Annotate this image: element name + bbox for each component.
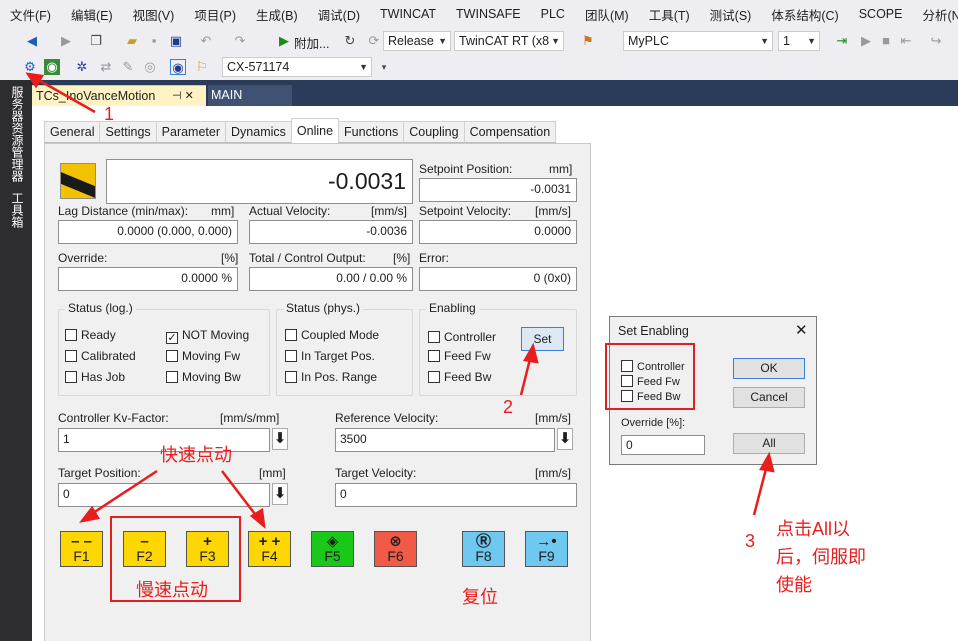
arrow-3 [752,464,769,516]
arrow-fast-left [89,469,158,517]
annotation-1: 1 [104,104,115,124]
annotation-fast-jog: 快速点动 [160,445,232,465]
arrow-3-head [759,451,775,473]
annotation-2: 2 [503,397,514,417]
annotation-slow-jog: 慢速点动 [136,580,208,600]
arrow-fast-right [221,470,259,519]
arrow-2-head [523,342,539,364]
arrow-1-head [25,72,45,89]
annotation-note-line3: 使能 [776,575,812,595]
annotation-3: 3 [745,531,756,551]
annotation-reset: 复位 [462,587,498,607]
arrow-1 [34,76,96,114]
annotation-note-line1: 点击All以 [776,519,851,539]
annotation-note-line2: 后，伺服即 [776,547,866,567]
